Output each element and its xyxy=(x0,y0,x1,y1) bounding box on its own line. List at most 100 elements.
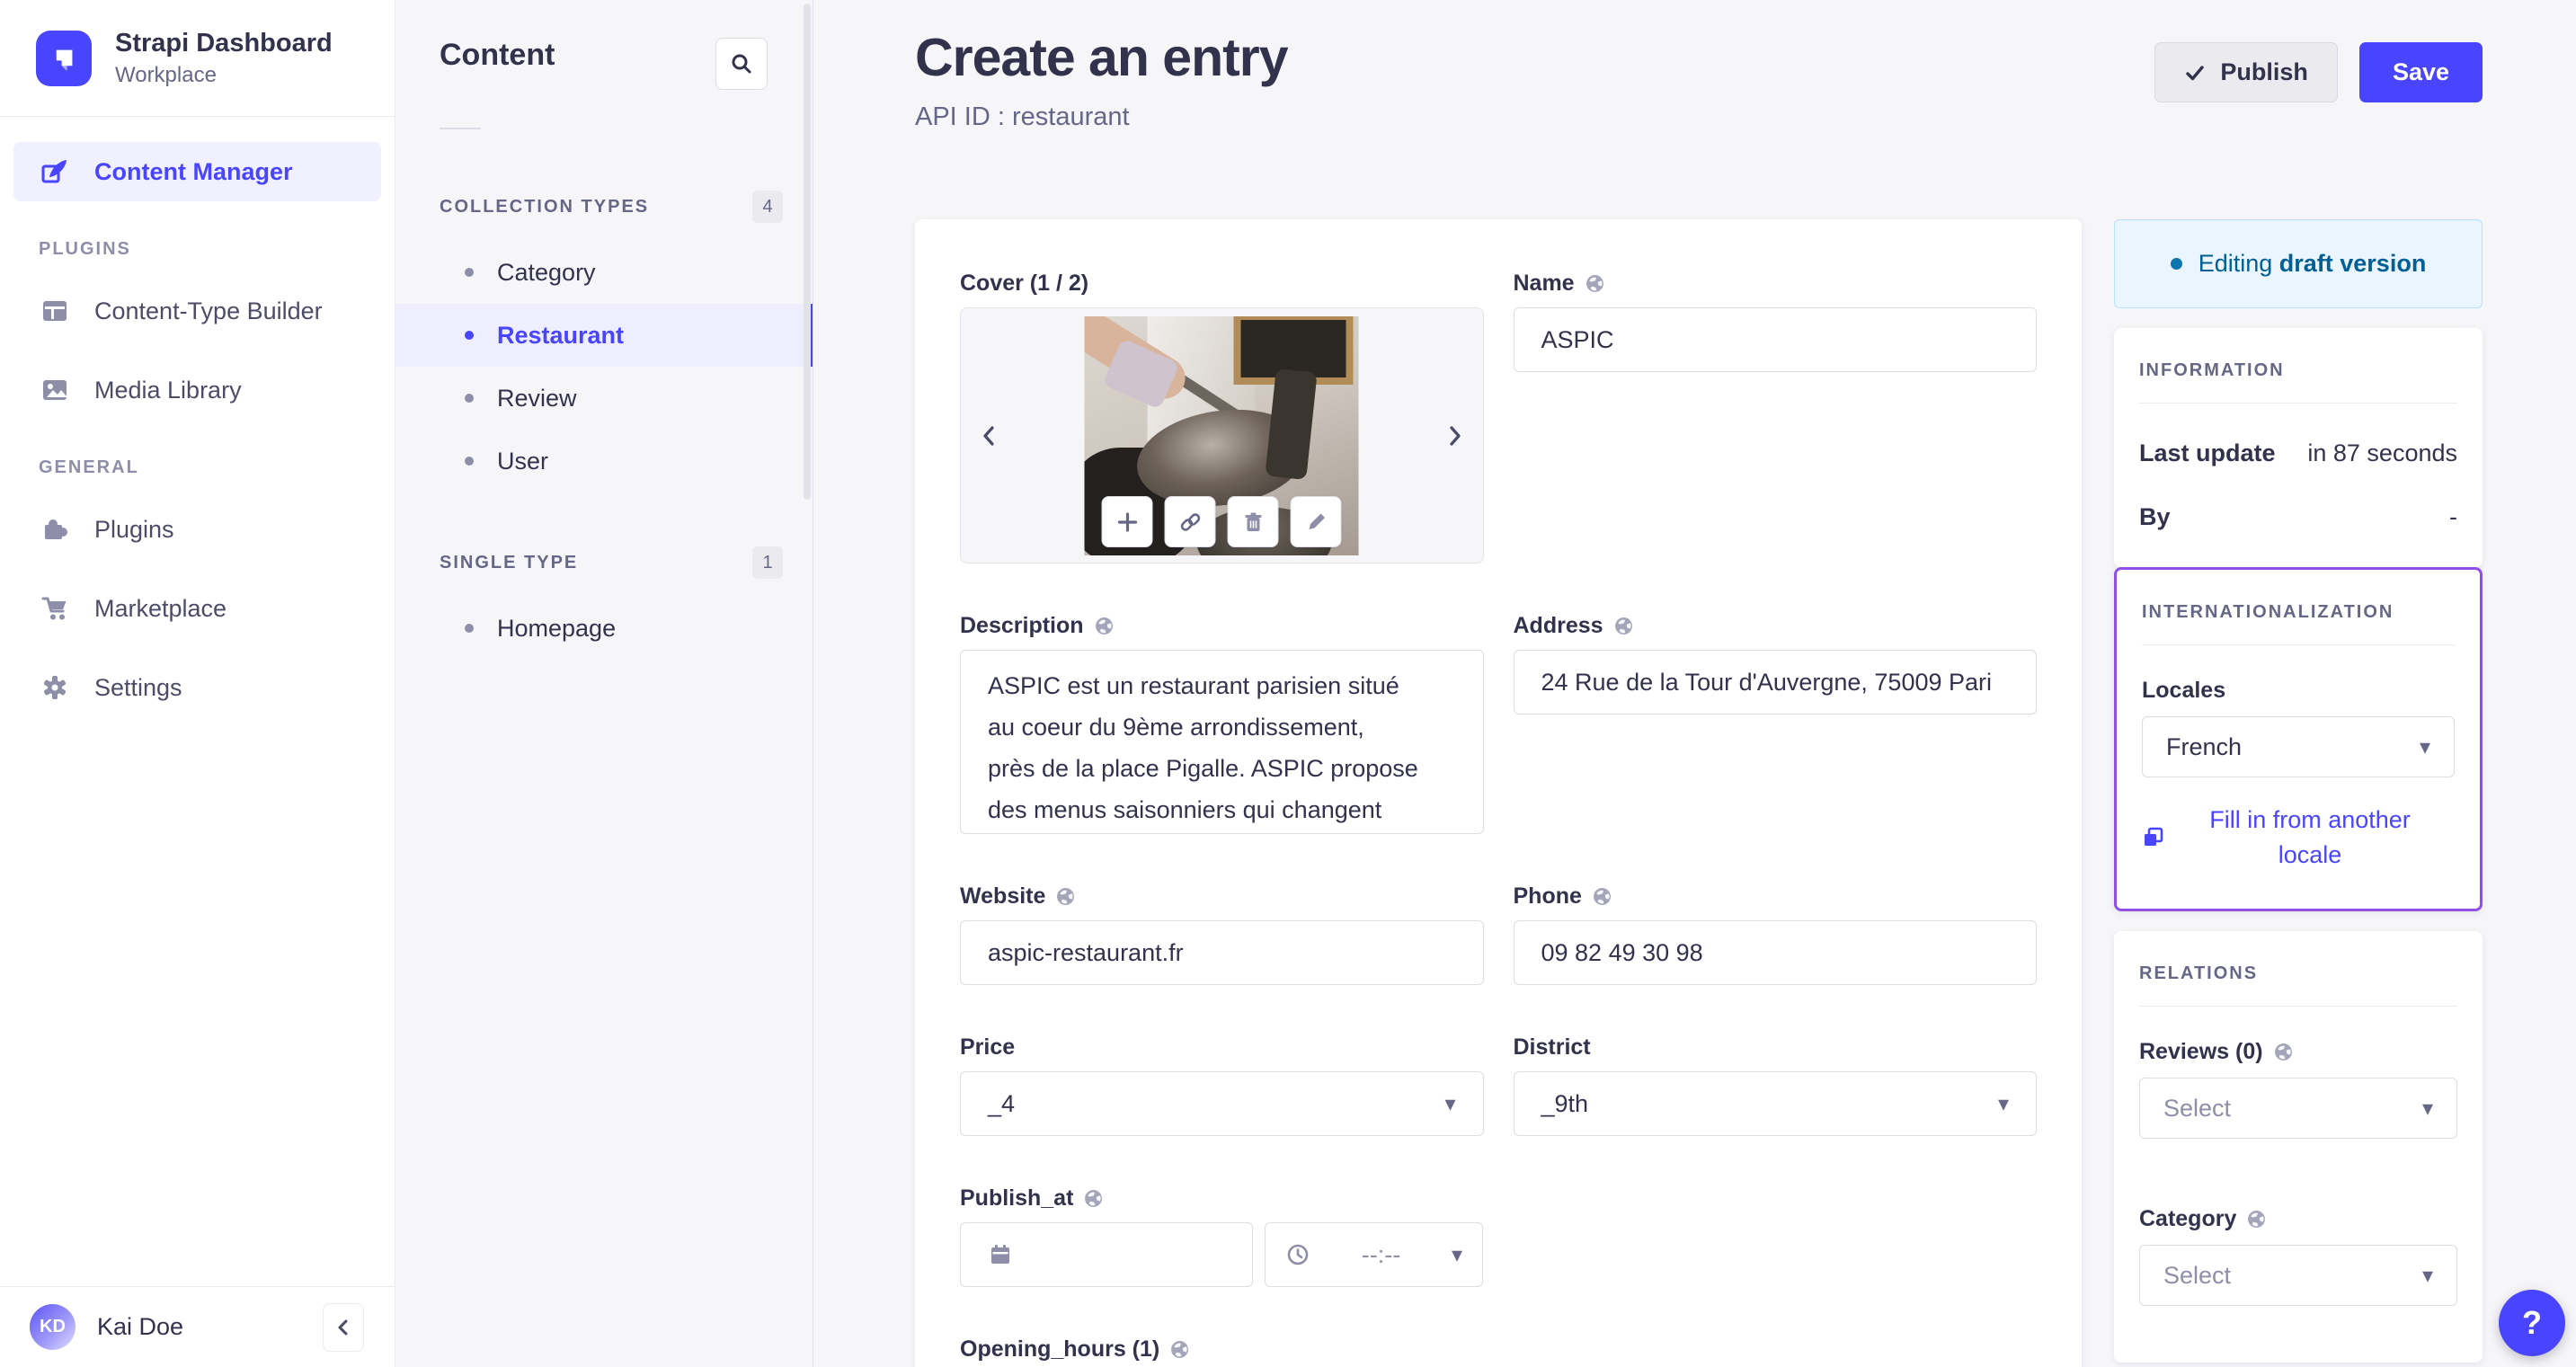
api-id-subtitle: API ID : restaurant xyxy=(915,102,1130,131)
sidebar-item-label: Content-Type Builder xyxy=(94,297,323,324)
sidebar-item-label: Marketplace xyxy=(94,594,227,622)
chevron-down-icon: ▾ xyxy=(1444,1091,1456,1116)
app-title: Strapi Dashboard xyxy=(115,29,333,58)
category-select[interactable]: Select ▾ xyxy=(2139,1245,2457,1307)
phone-input[interactable]: 09 82 49 30 98 xyxy=(1513,920,2037,985)
chevron-down-icon: ▾ xyxy=(2421,1096,2433,1121)
delete-asset-button[interactable] xyxy=(1227,496,1279,547)
calendar-icon xyxy=(991,1245,1009,1264)
address-input[interactable]: 24 Rue de la Tour d'Auvergne, 75009 Pari xyxy=(1513,650,2037,715)
edit-asset-button[interactable] xyxy=(1290,496,1342,547)
sidebar-item-content-manager[interactable]: Content Manager xyxy=(13,142,381,201)
scrollbar-thumb[interactable] xyxy=(804,4,811,500)
main-content: Create an entry API ID : restaurant Publ… xyxy=(813,0,2576,1367)
bullet-icon xyxy=(465,268,474,277)
subnav-item-review[interactable]: Review xyxy=(395,367,813,430)
subnav-item-homepage[interactable]: Homepage xyxy=(395,597,813,660)
name-label: Name xyxy=(1513,271,1575,296)
clock-icon xyxy=(1287,1244,1309,1265)
field-website: Website aspic-restaurant.fr xyxy=(960,883,1484,985)
sidebar-footer: KD Kai Doe xyxy=(0,1286,395,1367)
fill-from-locale-link[interactable]: Fill in from another locale xyxy=(2165,803,2455,873)
sidebar-item-plugins[interactable]: Plugins xyxy=(13,500,381,559)
reviews-label: Reviews (0) xyxy=(2139,1039,2457,1065)
help-button[interactable]: ? xyxy=(2499,1290,2565,1356)
information-title: INFORMATION xyxy=(2139,360,2285,380)
single-type-badge: 1 xyxy=(752,546,783,579)
right-panel: Editing draft version INFORMATION Last u… xyxy=(2114,219,2483,1363)
sidebar-item-marketplace[interactable]: Marketplace xyxy=(13,579,381,638)
globe-icon xyxy=(1095,617,1113,635)
layout-icon xyxy=(39,296,71,326)
internationalization-title: INTERNATIONALIZATION xyxy=(2142,602,2394,622)
field-price: Price _4 ▾ xyxy=(960,1034,1484,1136)
subnav-item-label: User xyxy=(497,447,549,475)
chevron-down-icon: ▾ xyxy=(1997,1091,2009,1116)
content-subnav: Content COLLECTION TYPES 4 Category Rest… xyxy=(395,0,813,1367)
publish-at-time-input[interactable]: --:-- ▾ xyxy=(1265,1222,1483,1287)
sidebar-item-label: Content Manager xyxy=(94,157,293,185)
locale-select[interactable]: French ▾ xyxy=(2142,716,2455,777)
copy-icon xyxy=(2145,827,2163,847)
website-input[interactable]: aspic-restaurant.fr xyxy=(960,920,1484,985)
globe-icon xyxy=(1085,1190,1103,1207)
publish-at-date-input[interactable] xyxy=(960,1222,1253,1287)
cover-carousel xyxy=(960,307,1484,564)
cart-icon xyxy=(39,593,71,624)
divider xyxy=(2139,403,2457,404)
collection-types-badge: 4 xyxy=(752,191,783,223)
address-label: Address xyxy=(1513,613,1603,638)
add-asset-button[interactable] xyxy=(1101,496,1153,547)
sidebar-item-settings[interactable]: Settings xyxy=(13,658,381,717)
main-sidebar: Strapi Dashboard Workplace Content Manag… xyxy=(0,0,395,1367)
subnav-item-label: Review xyxy=(497,384,577,412)
opening-hours-label: Opening_hours (1) xyxy=(960,1336,1160,1362)
save-button[interactable]: Save xyxy=(2358,42,2483,102)
copy-link-button[interactable] xyxy=(1164,496,1216,547)
globe-icon xyxy=(2248,1211,2266,1229)
single-type-title: SINGLE TYPE xyxy=(440,552,579,573)
subnav-item-user[interactable]: User xyxy=(395,430,813,493)
sidebar-item-media-library[interactable]: Media Library xyxy=(13,360,381,420)
bullet-icon xyxy=(465,394,474,403)
bullet-icon xyxy=(465,457,474,466)
price-select[interactable]: _4 ▾ xyxy=(960,1071,1484,1136)
collapse-sidebar-button[interactable] xyxy=(323,1302,364,1352)
carousel-next-button[interactable] xyxy=(1445,423,1465,448)
description-textarea[interactable]: ASPIC est un restaurant parisien situé a… xyxy=(960,650,1484,834)
user-avatar[interactable]: KD xyxy=(30,1304,76,1350)
pencil-icon xyxy=(1309,513,1325,529)
globe-icon xyxy=(1614,617,1632,635)
carousel-prev-button[interactable] xyxy=(979,423,999,448)
sidebar-item-content-type-builder[interactable]: Content-Type Builder xyxy=(13,281,381,341)
sidebar-item-label: Plugins xyxy=(94,515,174,543)
website-label: Website xyxy=(960,883,1046,909)
sidebar-item-label: Media Library xyxy=(94,376,242,404)
plus-icon xyxy=(1117,511,1137,532)
globe-icon xyxy=(1171,1341,1189,1358)
divider xyxy=(440,128,481,129)
divider xyxy=(2139,1006,2457,1007)
subnav-item-label: Category xyxy=(497,258,596,286)
district-select[interactable]: _9th ▾ xyxy=(1513,1071,2037,1136)
relations-title: RELATIONS xyxy=(2139,963,2259,984)
sidebar-section-general: GENERAL xyxy=(39,457,139,477)
chevron-left-icon xyxy=(338,1319,348,1335)
field-description: Description ASPIC est un restaurant pari… xyxy=(960,613,1484,834)
strapi-logo-icon xyxy=(36,30,92,86)
reviews-select[interactable]: Select ▾ xyxy=(2139,1078,2457,1140)
trash-icon xyxy=(1245,512,1262,531)
subnav-item-category[interactable]: Category xyxy=(395,241,813,304)
subnav-item-restaurant[interactable]: Restaurant xyxy=(395,304,813,367)
divider xyxy=(2142,644,2455,645)
check-icon xyxy=(2186,65,2205,80)
chevron-down-icon: ▾ xyxy=(2421,1263,2433,1288)
user-name: Kai Doe xyxy=(97,1313,184,1340)
last-update-value: in 87 seconds xyxy=(2307,439,2457,466)
collection-types-title: COLLECTION TYPES xyxy=(440,196,650,217)
feather-edit-icon xyxy=(39,156,71,187)
search-button[interactable] xyxy=(715,38,768,90)
name-input[interactable]: ASPIC xyxy=(1513,307,2037,372)
subnav-item-label: Homepage xyxy=(497,614,617,642)
publish-button[interactable]: Publish xyxy=(2154,42,2338,102)
